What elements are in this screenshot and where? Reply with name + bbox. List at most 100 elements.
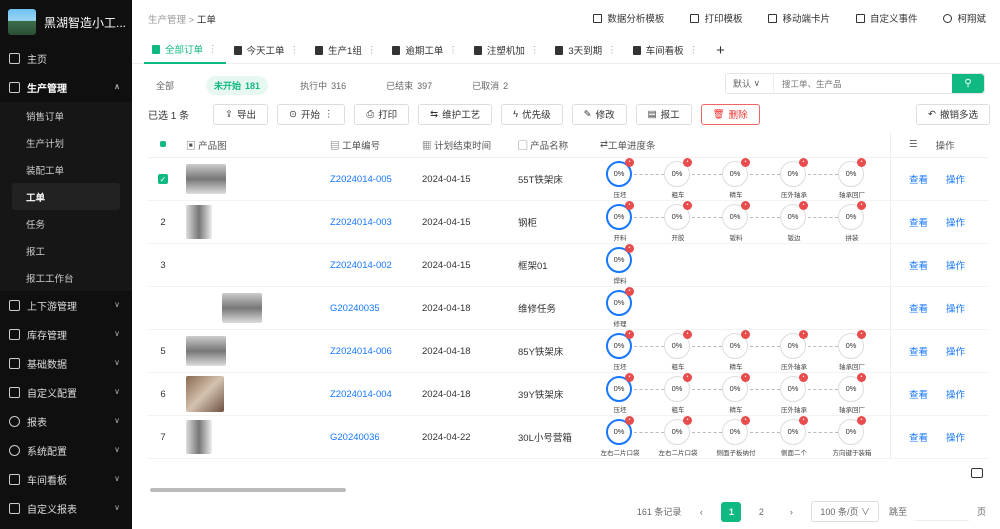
table-row[interactable]: 7 G20240036 2024-04-22 30L小号营箱 0% • 左右二片… [148,415,988,459]
progress-step[interactable]: 0% • 轴承回厂 [838,157,890,199]
header-order-code[interactable]: ▤ 工单编号 [330,138,422,152]
order-code-link[interactable]: Z2024014-005 [330,174,422,185]
order-code-link[interactable]: Z2024014-002 [330,260,422,271]
sidebar-item-production[interactable]: 生产管理 ∧ [0,73,132,102]
print-template-button[interactable]: 打印模板 [690,11,742,25]
sidebar-item-custom-config[interactable]: 自定义配置 ∨ [0,378,132,407]
more-icon[interactable]: ⋮ [530,45,540,56]
undo-multiselect-button[interactable]: ↶ 撤销多选 [916,103,990,125]
operate-link[interactable]: 操作 [946,172,965,186]
table-row[interactable]: 6 Z2024014-004 2024-04-18 39Y铁架床 0% • 压坯… [148,372,988,416]
more-icon[interactable]: ⋮ [290,45,300,56]
header-plan-end[interactable]: ▦ 计划结束时间 [422,138,518,152]
table-row[interactable]: 3 Z2024014-002 2024-04-15 框架01 0% • 焊料 查… [148,243,988,287]
add-tab-button[interactable]: + [716,42,725,59]
select-all-checkbox[interactable] [160,141,166,147]
status-filter-ended[interactable]: 已结束 397 [378,76,440,95]
progress-step[interactable]: 0% • 方向键于装箱 [833,415,890,457]
mobile-card-button[interactable]: 移动端卡片 [768,11,830,25]
status-filter-in-progress[interactable]: 执行中 316 [292,76,354,95]
view-link[interactable]: 查看 [909,344,928,358]
progress-step[interactable]: 0% • 拼装 [838,200,890,242]
progress-step[interactable]: 0% • 修理 [606,286,664,328]
status-filter-cancelled[interactable]: 已取消 2 [464,76,516,95]
tab-group1[interactable]: 生产1组 ⋮ [307,37,384,64]
product-thumbnail[interactable] [186,420,212,454]
sidebar-item-reports[interactable]: 报表 ∨ [0,407,132,436]
order-code-link[interactable]: G20240036 [330,432,422,443]
more-icon[interactable]: ⋮ [367,45,377,56]
export-button[interactable]: ⇪ 导出 [213,103,268,125]
sidebar-item-custom-report[interactable]: 自定义报表 ∨ [0,494,132,523]
page-size-select[interactable]: 100 条/页 ∨ [811,501,879,522]
sidebar-item-basic-data[interactable]: 基础数据 ∨ [0,349,132,378]
page-2[interactable]: 2 [751,502,771,522]
more-icon[interactable]: ⋮ [208,44,218,55]
data-analysis-template-button[interactable]: 数据分析模板 [593,11,664,25]
jump-input[interactable] [914,503,969,521]
start-button[interactable]: ⊙ 开始 ⋮ [276,103,346,125]
status-filter-all[interactable]: 全部 [148,76,182,95]
view-link[interactable]: 查看 [909,387,928,401]
next-page-button[interactable]: › [781,502,801,522]
sidebar-item-inventory[interactable]: 库存管理 ∨ [0,320,132,349]
horizontal-scrollbar[interactable] [150,488,346,492]
view-link[interactable]: 查看 [909,301,928,315]
view-link[interactable]: 查看 [909,215,928,229]
progress-step[interactable]: 0% • 焊料 [606,243,664,285]
product-thumbnail[interactable] [222,293,262,323]
tab-injection[interactable]: 注塑机加 ⋮ [466,37,548,64]
order-code-link[interactable]: G20240035 [330,303,422,314]
custom-event-button[interactable]: 自定义事件 [855,11,917,25]
operate-link[interactable]: 操作 [946,387,965,401]
report-work-button[interactable]: ▤ 报工 [635,103,692,125]
sidebar-item-workshop-board[interactable]: 车间看板 ∨ [0,465,132,494]
operate-link[interactable]: 操作 [946,301,965,315]
sidebar-sub-task[interactable]: 任务 [0,210,120,237]
view-link[interactable]: 查看 [909,258,928,272]
sidebar-item-system-config[interactable]: 系统配置 ∨ [0,436,132,465]
user-menu[interactable]: 柯翔斌 [943,11,986,25]
table-row[interactable]: 2 Z2024014-003 2024-04-15 钢柜 0% • 开料 0% … [148,200,988,244]
app-logo[interactable]: 黑湖智造小工... [0,0,132,44]
tab-overdue[interactable]: 逾期工单 ⋮ [384,37,466,64]
priority-button[interactable]: ϟ 优先级 [501,103,563,125]
operate-link[interactable]: 操作 [946,430,965,444]
sidebar-sub-report-workbench[interactable]: 报工工作台 [0,264,120,291]
edit-button[interactable]: ✎ 修改 [571,103,627,125]
more-icon[interactable]: ⋮ [448,45,458,56]
product-thumbnail[interactable] [186,164,226,194]
operate-link[interactable]: 操作 [946,215,965,229]
view-link[interactable]: 查看 [909,172,928,186]
tab-workshop-board[interactable]: 车间看板 ⋮ [625,37,707,64]
sidebar-sub-assembly-order[interactable]: 装配工单 [0,156,120,183]
progress-step[interactable]: 0% • 轴承回厂 [838,329,890,371]
page-1[interactable]: 1 [721,501,742,522]
product-thumbnail[interactable] [186,376,224,412]
order-code-link[interactable]: Z2024014-004 [330,389,422,400]
search-button[interactable]: ⚲ [952,74,984,93]
header-progress[interactable]: ⇄ 工单进度条 [600,132,890,158]
header-product-image[interactable]: ▣ 产品图 [178,138,330,152]
tab-today[interactable]: 今天工单 ⋮ [226,37,308,64]
sidebar-item-home[interactable]: 主页 [0,44,132,73]
row-checkbox[interactable]: ✓ [158,173,168,184]
product-thumbnail[interactable] [186,205,212,239]
maintain-process-button[interactable]: ⇆ 维护工艺 [418,103,493,125]
print-button[interactable]: ⎙ 打印 [354,103,410,125]
sidebar-sub-work-order[interactable]: 工单 [12,183,120,210]
sidebar-sub-report[interactable]: 报工 [0,237,120,264]
operate-link[interactable]: 操作 [946,344,965,358]
status-filter-not-started[interactable]: 未开始 181 [206,76,269,95]
sidebar-sub-production-plan[interactable]: 生产计划 [0,129,120,156]
sidebar-item-upstream[interactable]: 上下游管理 ∨ [0,291,132,320]
operate-link[interactable]: 操作 [946,258,965,272]
order-code-link[interactable]: Z2024014-006 [330,346,422,357]
order-code-link[interactable]: Z2024014-003 [330,217,422,228]
more-icon[interactable]: ⋮ [689,45,699,56]
search-input[interactable] [774,74,952,93]
prev-page-button[interactable]: ‹ [691,502,711,522]
more-icon[interactable]: ⋮ [607,45,617,56]
table-row[interactable]: G20240035 2024-04-18 维修任务 0% • 修理 查看 操作 [148,286,988,330]
header-product-name[interactable]: ▢ 产品名称 [518,138,600,152]
